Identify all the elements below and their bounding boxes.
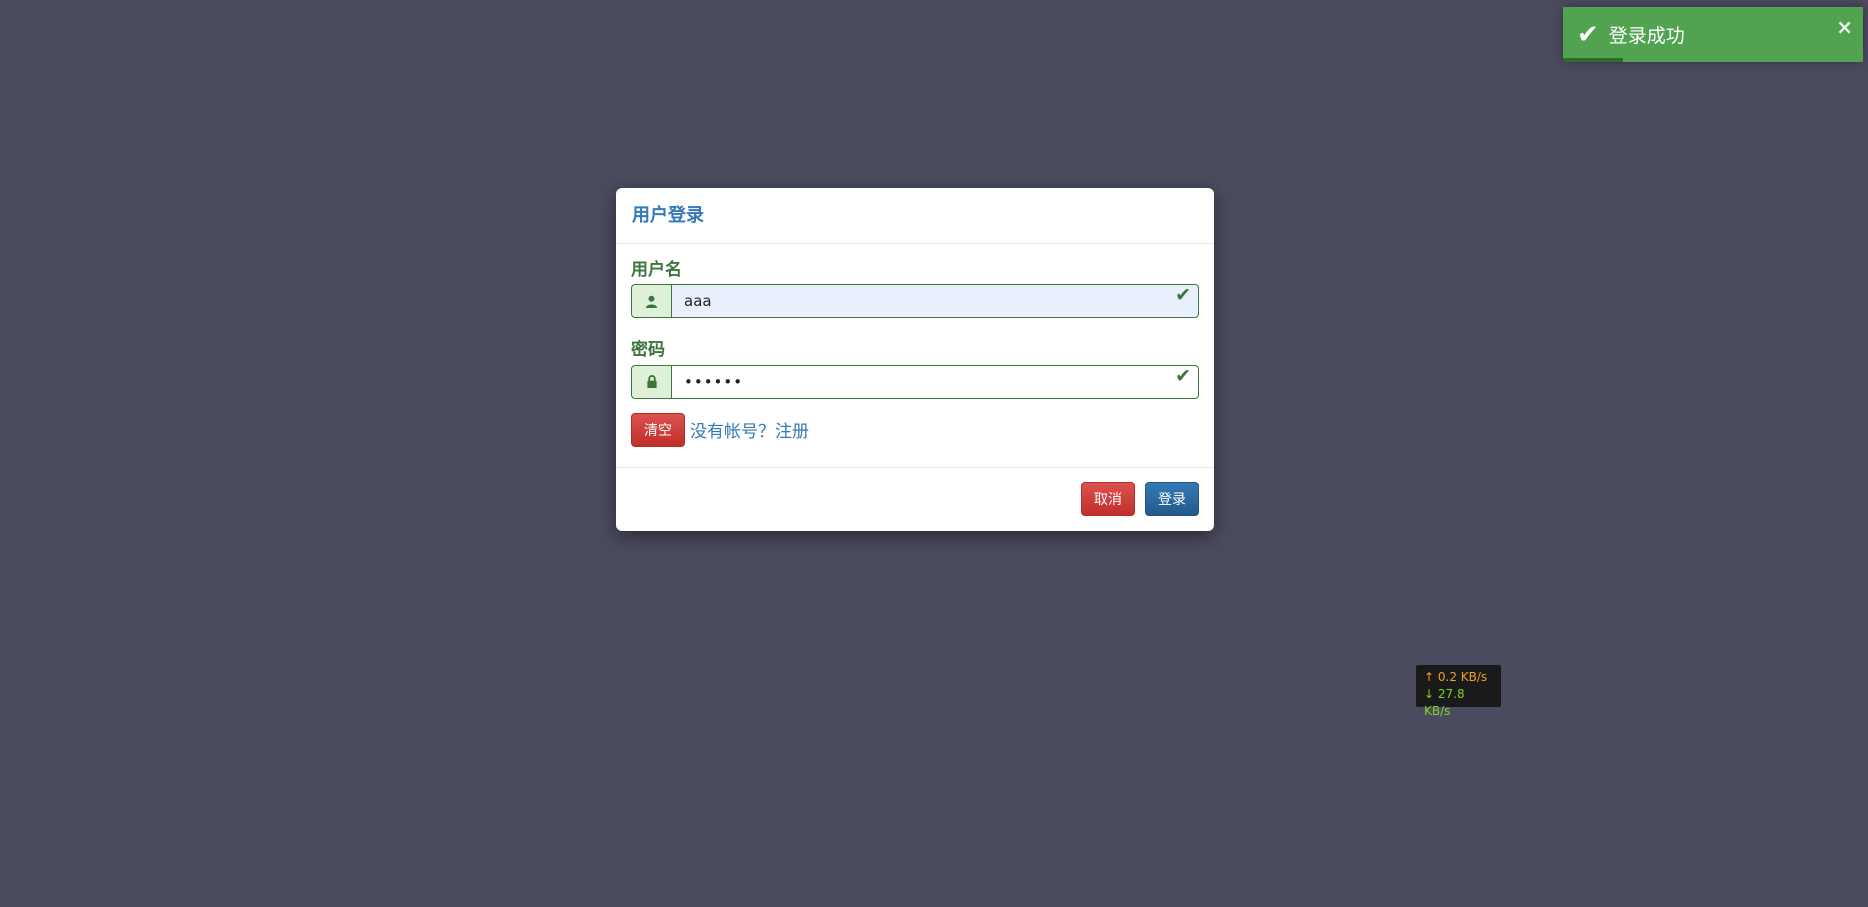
check-icon: ✔ [1577,19,1599,50]
close-icon[interactable]: × [1836,15,1853,39]
success-toast: ✔ 登录成功 × [1563,7,1863,62]
modal-body: 用户名 aaa ✔ 密码 •••••• ✔ 清空 没有帐号？注册 [616,244,1214,468]
lock-icon [631,364,671,399]
password-input[interactable]: •••••• [671,364,1199,399]
action-row: 清空 没有帐号？注册 [631,412,1199,447]
username-input[interactable]: aaa [671,284,1199,319]
username-label: 用户名 [631,260,682,280]
modal-footer: 取消 登录 [616,468,1214,530]
modal-title: 用户登录 [632,205,704,226]
login-button[interactable]: 登录 [1145,482,1199,516]
download-speed: ↓ 27.8 KB/s [1424,687,1465,718]
toast-progress-bar [1563,58,1623,62]
username-valid-check-icon: ✔ [1175,284,1191,307]
clear-button[interactable]: 清空 [631,412,685,447]
password-valid-check-icon: ✔ [1175,364,1191,387]
password-label: 密码 [631,340,665,361]
toast-message: 登录成功 [1608,25,1685,47]
password-input-group: •••••• ✔ [631,364,1199,399]
register-link[interactable]: 没有帐号？注册 [690,417,809,442]
user-icon [631,284,671,319]
login-modal: 用户登录 用户名 aaa ✔ 密码 •••••• ✔ 清空 没有帐号？注册 取消… [616,188,1214,531]
upload-speed: ↑ 0.2 KB/s [1424,670,1488,684]
network-speed-widget[interactable]: ↑ 0.2 KB/s ↓ 27.8 KB/s [1416,665,1501,718]
username-input-group: aaa ✔ [631,284,1199,319]
cancel-button[interactable]: 取消 [1081,482,1135,516]
modal-header: 用户登录 [616,188,1214,244]
